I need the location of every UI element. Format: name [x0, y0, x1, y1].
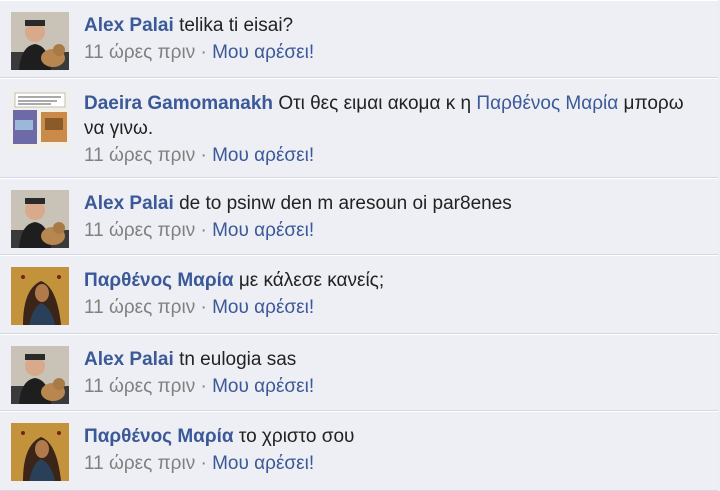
- user-photo-icon: [11, 12, 69, 70]
- mentioned-profile-link[interactable]: Παρθένος Μαρία: [476, 93, 618, 114]
- comment-timestamp[interactable]: 11 ώρες πριν: [84, 220, 195, 241]
- comment-author[interactable]: Παρθένος Μαρία: [84, 270, 234, 291]
- comment-item: Daeira Gamomanakh Οτι θες ειμαι ακομα κ …: [0, 78, 718, 178]
- comment-text: tn eulogia sas: [179, 349, 297, 370]
- user-photo-icon: [11, 423, 69, 481]
- meta-separator: ·: [200, 42, 207, 63]
- comment-text: Οτι θες ειμαι ακομα κ η: [278, 93, 472, 114]
- like-link[interactable]: Μου αρέσει!: [212, 42, 314, 63]
- comment-thread: Alex Palai telika ti eisai? 11 ώρες πριν…: [0, 0, 720, 491]
- comment-timestamp[interactable]: 11 ώρες πριν: [84, 453, 195, 474]
- avatar[interactable]: [11, 267, 69, 325]
- comment-author[interactable]: Alex Palai: [84, 15, 174, 36]
- avatar[interactable]: [11, 12, 69, 70]
- comment-timestamp[interactable]: 11 ώρες πριν: [84, 376, 195, 397]
- comment-author[interactable]: Alex Palai: [84, 349, 174, 370]
- user-photo-icon: [11, 190, 69, 248]
- avatar[interactable]: [11, 423, 69, 481]
- user-photo-icon: [11, 346, 69, 404]
- comment-text: το χριστο σου: [238, 426, 355, 447]
- meta-separator: ·: [200, 220, 207, 241]
- like-link[interactable]: Μου αρέσει!: [212, 145, 314, 166]
- avatar[interactable]: [11, 190, 69, 248]
- comment-timestamp[interactable]: 11 ώρες πριν: [84, 145, 195, 166]
- avatar[interactable]: [11, 90, 69, 148]
- comment-item: Alex Palai tn eulogia sas 11 ώρες πριν ·…: [0, 334, 718, 411]
- like-link[interactable]: Μου αρέσει!: [212, 220, 314, 241]
- comment-item: Παρθένος Μαρία το χριστο σου 11 ώρες πρι…: [0, 411, 718, 491]
- like-link[interactable]: Μου αρέσει!: [212, 376, 314, 397]
- user-photo-icon: [11, 267, 69, 325]
- like-link[interactable]: Μου αρέσει!: [212, 453, 314, 474]
- meta-separator: ·: [200, 145, 207, 166]
- comment-author[interactable]: Alex Palai: [84, 193, 174, 214]
- meta-separator: ·: [200, 376, 207, 397]
- like-link[interactable]: Μου αρέσει!: [212, 297, 314, 318]
- comment-item: Alex Palai telika ti eisai? 11 ώρες πριν…: [0, 0, 718, 78]
- comment-timestamp[interactable]: 11 ώρες πριν: [84, 297, 195, 318]
- comment-timestamp[interactable]: 11 ώρες πριν: [84, 42, 195, 63]
- comment-item: Παρθένος Μαρία με κάλεσε κανείς; 11 ώρες…: [0, 255, 718, 334]
- comment-author[interactable]: Παρθένος Μαρία: [84, 426, 234, 447]
- comment-text: με κάλεσε κανείς;: [238, 270, 385, 291]
- meta-separator: ·: [200, 297, 207, 318]
- comment-text: de to psinw den m aresoun oi par8enes: [179, 193, 512, 214]
- comment-item: Alex Palai de to psinw den m aresoun oi …: [0, 178, 718, 255]
- comment-text: telika ti eisai?: [179, 15, 294, 36]
- avatar[interactable]: [11, 346, 69, 404]
- meta-separator: ·: [200, 453, 207, 474]
- user-photo-icon: [11, 90, 69, 148]
- comment-author[interactable]: Daeira Gamomanakh: [84, 93, 273, 114]
